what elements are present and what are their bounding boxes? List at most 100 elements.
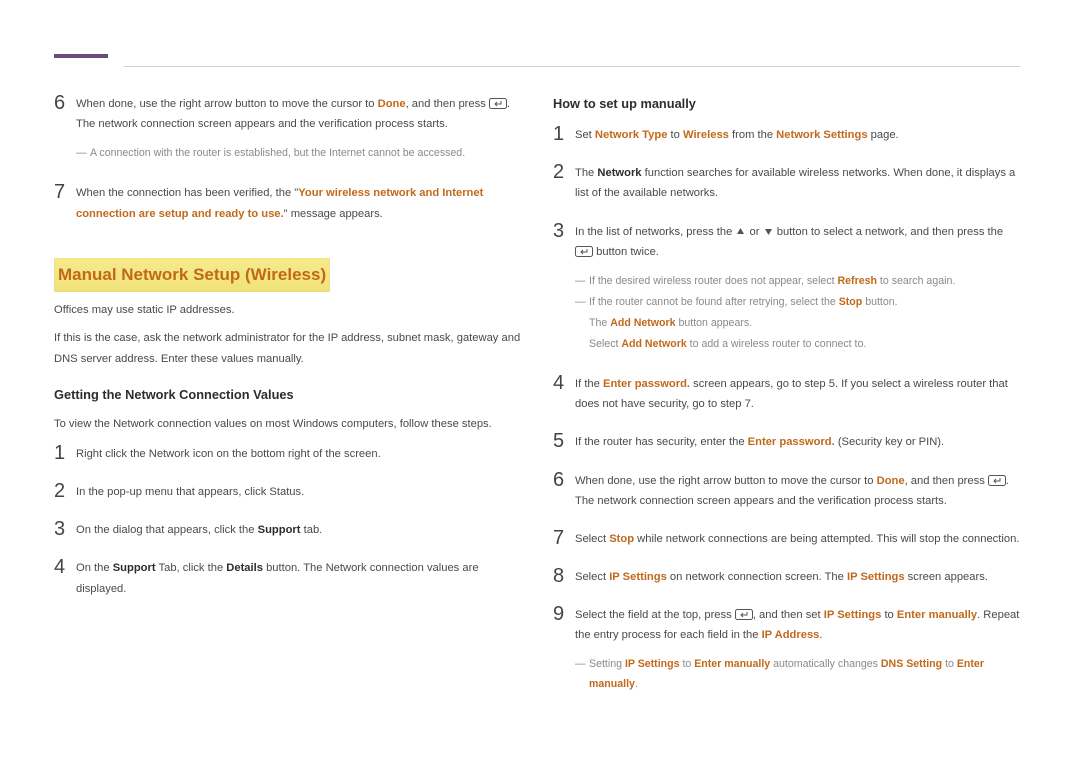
paragraph: Offices may use static IP addresses. [54,300,521,320]
list-item: 6 When done, use the right arrow button … [553,469,1020,511]
list-item: 7 When the connection has been verified,… [54,181,521,223]
subsection-heading: Getting the Network Connection Values [54,383,521,406]
keyword: Enter password. [748,436,835,448]
step-number: 3 [553,220,575,357]
step-body: Select the field at the top, press , and… [575,603,1020,695]
keyword: Enter password. [603,378,690,390]
text: , and then press [905,475,988,487]
step-number: 5 [553,430,575,452]
keyword: IP Settings [847,571,905,583]
list-item: 7 Select Stop while network connections … [553,527,1020,549]
step-body: Set Network Type to Wireless from the Ne… [575,123,1020,145]
step-number: 1 [553,123,575,145]
text: Select the field at the top, press [575,609,735,621]
text: On the dialog that appears, click the [76,524,258,536]
step-body: In the pop-up menu that appears, click S… [76,480,521,502]
keyword: IP Settings [609,571,667,583]
text: page. [868,129,899,141]
keyword: Wireless [683,129,729,141]
note-text: If the router cannot be found after retr… [589,293,1020,312]
list-item: 6 When done, use the right arrow button … [54,92,521,165]
paragraph: To view the Network connection values on… [54,414,521,434]
step-number: 4 [553,372,575,414]
text: When done, use the right arrow button to… [575,475,877,487]
text: Select [575,571,609,583]
note-text: A connection with the router is establis… [90,144,521,163]
text: on network connection screen. The [667,571,847,583]
step-number: 4 [54,556,76,598]
text: button to select a network, and then pre… [774,226,1004,238]
text: button twice. [593,246,659,258]
step-number: 2 [54,480,76,502]
content-columns: 6 When done, use the right arrow button … [54,92,1020,713]
keyword: Network Settings [776,129,867,141]
list-item: 3 On the dialog that appears, click the … [54,518,521,540]
up-arrow-icon [735,226,746,237]
step-body: Select IP Settings on network connection… [575,565,1020,587]
left-column: 6 When done, use the right arrow button … [54,92,521,713]
text: Select [575,533,609,545]
text: . [819,629,822,641]
step-number: 6 [54,92,76,165]
step-number: 8 [553,565,575,587]
text: , and then press [406,98,489,110]
down-arrow-icon [763,226,774,237]
note-sub: The Add Network button appears. [575,314,1020,333]
dash-icon: ― [575,293,589,312]
keyword: Network [597,167,641,179]
subsection-heading: How to set up manually [553,92,1020,115]
keyword: Enter manually [897,609,977,621]
header-accent-bar [54,54,108,58]
enter-icon [575,246,593,257]
text: or [746,226,762,238]
keyword-done: Done [378,98,406,110]
step-number: 6 [553,469,575,511]
step-body: When done, use the right arrow button to… [76,92,521,165]
text: When the connection has been verified, t… [76,187,298,199]
dash-icon: ― [575,272,589,291]
step-body: Right click the Network icon on the bott… [76,442,521,464]
list-item: 1 Right click the Network icon on the bo… [54,442,521,464]
step-body: On the dialog that appears, click the Su… [76,518,521,540]
text: If the [575,378,603,390]
paragraph: If this is the case, ask the network adm… [54,328,521,368]
list-item: 2 The Network function searches for avai… [553,161,1020,203]
note-text: If the desired wireless router does not … [589,272,1020,291]
note: ―Setting IP Settings to Enter manually a… [575,655,1020,693]
text: to [881,609,897,621]
dash-icon: ― [76,144,90,163]
text: The [575,167,597,179]
list-item: 9 Select the field at the top, press , a… [553,603,1020,695]
note-text: Setting IP Settings to Enter manually au… [589,655,1020,693]
section-title: Manual Network Setup (Wireless) [54,258,330,293]
text: If the router has security, enter the [575,436,748,448]
keyword-support: Support [113,562,156,574]
text: On the [76,562,113,574]
list-item: 1 Set Network Type to Wireless from the … [553,123,1020,145]
list-item: 8 Select IP Settings on network connecti… [553,565,1020,587]
enter-icon [988,475,1006,486]
step-body: The Network function searches for availa… [575,161,1020,203]
text: " message appears. [284,208,383,220]
text: Tab, click the [156,562,227,574]
keyword: IP Settings [824,609,882,621]
list-item: 5 If the router has security, enter the … [553,430,1020,452]
note: ―If the router cannot be found after ret… [575,293,1020,312]
list-item: 3 In the list of networks, press the or … [553,220,1020,357]
step-body: Select Stop while network connections ar… [575,527,1020,549]
step-body: When done, use the right arrow button to… [575,469,1020,511]
step-number: 7 [54,181,76,223]
note: ―If the desired wireless router does not… [575,272,1020,291]
keyword-details: Details [226,562,263,574]
list-item: 4 On the Support Tab, click the Details … [54,556,521,598]
list-item: 4 If the Enter password. screen appears,… [553,372,1020,414]
enter-icon [489,98,507,109]
list-item: 2 In the pop-up menu that appears, click… [54,480,521,502]
text: , and then set [753,609,824,621]
step-number: 2 [553,161,575,203]
step-number: 1 [54,442,76,464]
step-number: 7 [553,527,575,549]
step-body: When the connection has been verified, t… [76,181,521,223]
right-column: How to set up manually 1 Set Network Typ… [553,92,1020,713]
keyword: Network Type [595,129,668,141]
